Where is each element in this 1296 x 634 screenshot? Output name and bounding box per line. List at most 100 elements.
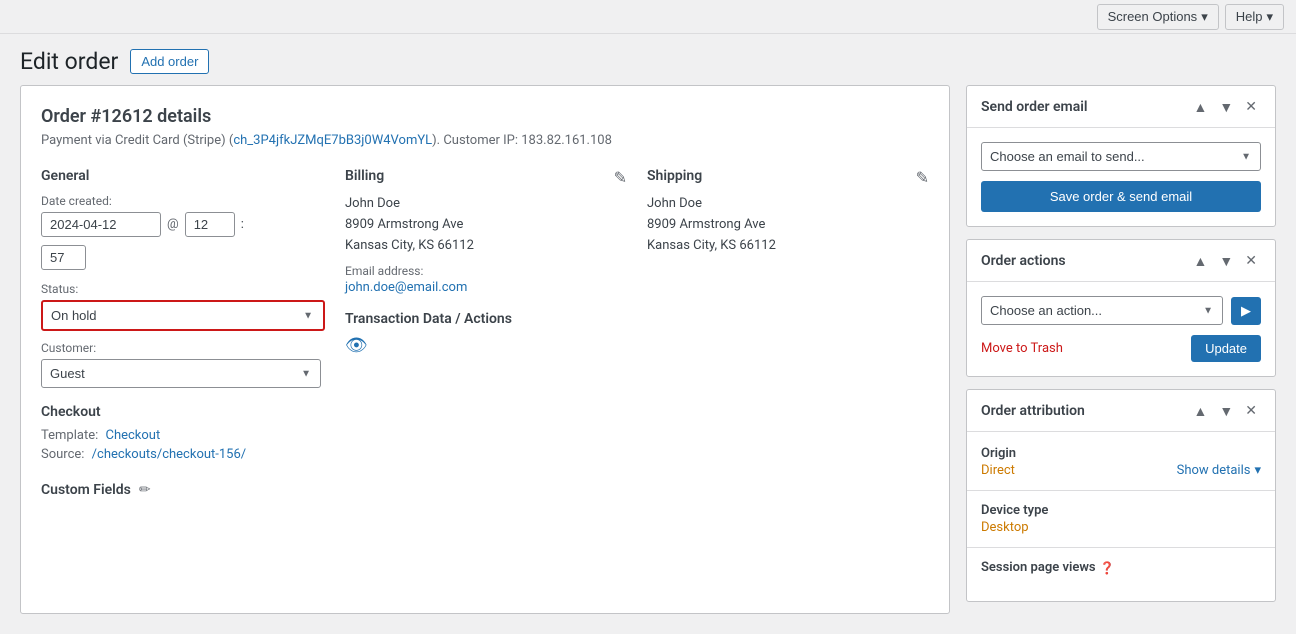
billing-section: Billing ✎ John Doe 8909 Armstrong Ave Ka… — [345, 168, 627, 498]
stripe-transaction-link[interactable]: ch_3P4jfkJZMqE7bB3j0W4VomYL — [233, 133, 432, 148]
order-attribution-close[interactable]: ✕ — [1241, 400, 1261, 421]
order-actions-up[interactable]: ▲ — [1190, 251, 1212, 271]
send-email-box: Send order email ▲ ▼ ✕ Choose an email t… — [966, 85, 1276, 227]
order-subtitle: Payment via Credit Card (Stripe) (ch_3P4… — [41, 133, 929, 148]
trash-update-row: Move to Trash Update — [981, 335, 1261, 362]
chevron-down-icon: ▾ — [1201, 9, 1208, 25]
send-email-collapse-up[interactable]: ▲ — [1190, 97, 1212, 117]
checkout-title: Checkout — [41, 404, 325, 420]
subtitle-prefix: Payment via Credit Card (Stripe) ( — [41, 133, 233, 148]
shipping-section: Shipping ✎ John Doe 8909 Armstrong Ave K… — [647, 168, 929, 498]
device-value: Desktop — [981, 520, 1261, 535]
date-label: Date created: — [41, 194, 325, 208]
billing-edit-icon[interactable]: ✎ — [614, 168, 627, 187]
order-actions-down[interactable]: ▼ — [1215, 251, 1237, 271]
help-button[interactable]: Help ▾ — [1225, 4, 1284, 30]
billing-address1: 8909 Armstrong Ave — [345, 215, 627, 236]
session-key: Session page views — [981, 560, 1096, 575]
general-title: General — [41, 168, 325, 184]
date-input[interactable] — [41, 212, 161, 237]
template-label: Template: — [41, 428, 98, 443]
action-go-button[interactable]: ▶ — [1231, 297, 1261, 325]
action-row: Choose an action... ▶ — [981, 296, 1261, 325]
origin-value: Direct — [981, 463, 1015, 478]
pencil-icon[interactable]: ✏ — [139, 482, 151, 498]
help-label: Help — [1236, 9, 1263, 24]
main-panel: Order #12612 details Payment via Credit … — [20, 85, 950, 614]
billing-title: Billing — [345, 168, 627, 184]
order-attribution-title: Order attribution — [981, 403, 1085, 419]
divider2 — [967, 547, 1275, 548]
sections-grid: General Date created: @ : Status: — [41, 168, 929, 498]
transaction-title: Transaction Data / Actions — [345, 311, 627, 327]
minute-row — [41, 245, 325, 270]
status-select-container: On hold Pending payment Processing Compl… — [43, 302, 323, 329]
session-row: Session page views ❓ — [981, 560, 1261, 575]
minute-input[interactable] — [41, 245, 86, 270]
page-header: Edit order Add order — [0, 34, 1296, 85]
shipping-title: Shipping — [647, 168, 929, 184]
customer-label: Customer: — [41, 341, 325, 355]
status-select[interactable]: On hold Pending payment Processing Compl… — [43, 302, 323, 329]
save-email-button[interactable]: Save order & send email — [981, 181, 1261, 212]
shipping-name: John Doe — [647, 194, 929, 215]
order-actions-header: Order actions ▲ ▼ ✕ — [967, 240, 1275, 282]
send-email-body: Choose an email to send... Save order & … — [967, 128, 1275, 226]
status-select-wrapper: On hold Pending payment Processing Compl… — [41, 300, 325, 331]
customer-select[interactable]: Guest — [41, 359, 321, 388]
chevron-down-icon: ▾ — [1266, 9, 1273, 25]
order-attribution-box: Order attribution ▲ ▼ ✕ Origin Direct Sh… — [966, 389, 1276, 602]
date-field-row: @ : — [41, 212, 325, 237]
order-actions-body: Choose an action... ▶ Move to Trash Upda… — [967, 282, 1275, 376]
shipping-address1: 8909 Armstrong Ave — [647, 215, 929, 236]
shipping-edit-icon[interactable]: ✎ — [916, 168, 929, 187]
eye-icon[interactable]: 👁 — [345, 335, 368, 356]
update-button[interactable]: Update — [1191, 335, 1261, 362]
template-link[interactable]: Checkout — [105, 428, 160, 443]
order-attribution-header: Order attribution ▲ ▼ ✕ — [967, 390, 1275, 432]
show-details-label: Show details — [1177, 463, 1251, 478]
source-link[interactable]: /checkouts/checkout-156/ — [92, 447, 246, 462]
session-key-row: Session page views ❓ — [981, 560, 1261, 575]
status-label: Status: — [41, 282, 325, 296]
add-order-button[interactable]: Add order — [130, 49, 209, 74]
order-attribution-controls: ▲ ▼ ✕ — [1190, 400, 1261, 421]
order-attribution-body: Origin Direct Show details ▾ Device type… — [967, 432, 1275, 601]
shipping-address2: Kansas City, KS 66112 — [647, 236, 929, 257]
checkout-section: Checkout Template: Checkout Source: /che… — [41, 404, 325, 462]
origin-key: Origin — [981, 446, 1261, 461]
move-to-trash-link[interactable]: Move to Trash — [981, 341, 1063, 356]
source-row: Source: /checkouts/checkout-156/ — [41, 447, 325, 462]
screen-options-button[interactable]: Screen Options ▾ — [1097, 4, 1219, 30]
help-circle-icon: ❓ — [1100, 561, 1115, 575]
general-section: General Date created: @ : Status: — [41, 168, 325, 498]
order-actions-close[interactable]: ✕ — [1241, 250, 1261, 271]
billing-email[interactable]: john.doe@email.com — [345, 280, 467, 295]
order-actions-box: Order actions ▲ ▼ ✕ Choose an action... … — [966, 239, 1276, 377]
divider — [967, 490, 1275, 491]
customer-select-wrapper: Guest — [41, 359, 321, 388]
send-email-controls: ▲ ▼ ✕ — [1190, 96, 1261, 117]
order-attribution-down[interactable]: ▼ — [1215, 401, 1237, 421]
send-email-close[interactable]: ✕ — [1241, 96, 1261, 117]
source-label: Source: — [41, 447, 84, 462]
order-attribution-up[interactable]: ▲ — [1190, 401, 1212, 421]
subtitle-suffix: ). Customer IP: 183.82.161.108 — [432, 133, 612, 148]
device-key: Device type — [981, 503, 1261, 518]
top-bar: Screen Options ▾ Help ▾ — [0, 0, 1296, 34]
origin-value-row: Direct Show details ▾ — [981, 463, 1261, 478]
origin-row: Origin Direct Show details ▾ — [981, 446, 1261, 478]
email-dropdown[interactable]: Choose an email to send... — [981, 142, 1261, 171]
action-dropdown-wrapper: Choose an action... — [981, 296, 1223, 325]
sidebar: Send order email ▲ ▼ ✕ Choose an email t… — [966, 85, 1276, 614]
hour-input[interactable] — [185, 212, 235, 237]
order-actions-title: Order actions — [981, 253, 1066, 269]
billing-name: John Doe — [345, 194, 627, 215]
send-email-title: Send order email — [981, 99, 1088, 115]
page-title: Edit order — [20, 48, 118, 75]
device-row: Device type Desktop — [981, 503, 1261, 535]
show-details-link[interactable]: Show details ▾ — [1177, 463, 1261, 478]
billing-address2: Kansas City, KS 66112 — [345, 236, 627, 257]
action-dropdown[interactable]: Choose an action... — [981, 296, 1223, 325]
send-email-collapse-down[interactable]: ▼ — [1215, 97, 1237, 117]
